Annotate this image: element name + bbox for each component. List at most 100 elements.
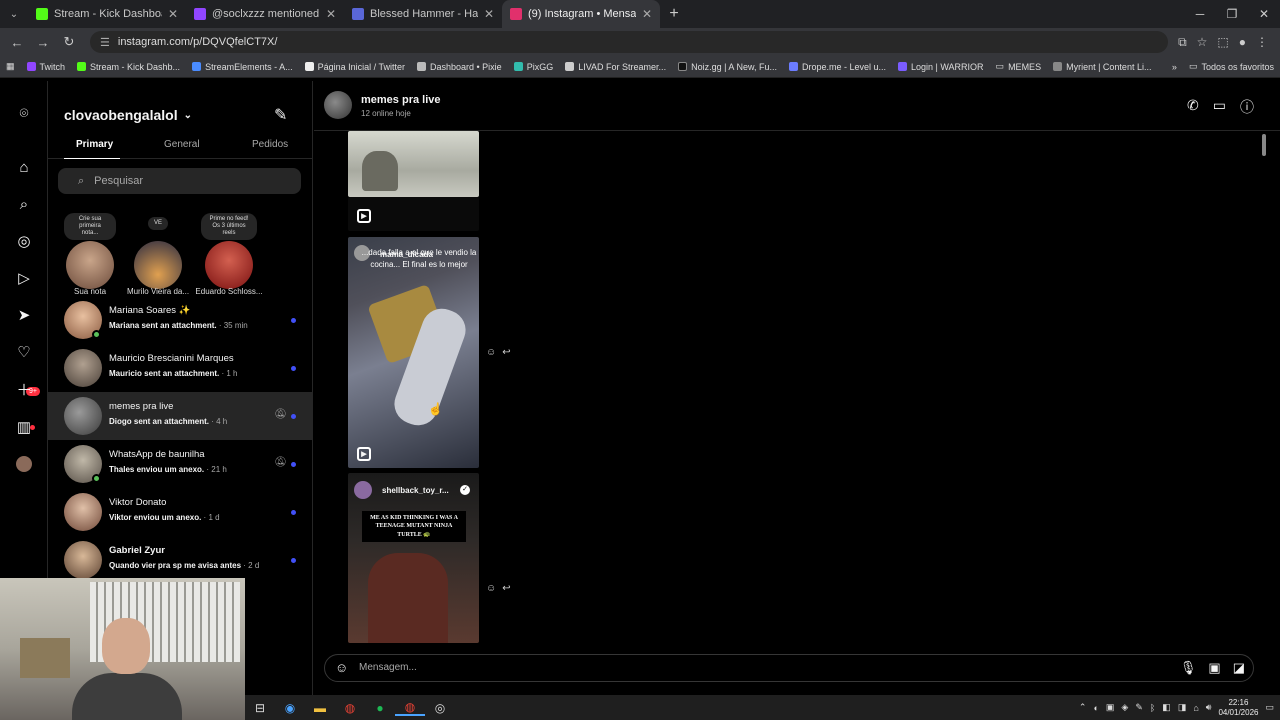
obs-icon[interactable]: ◎ <box>425 701 455 715</box>
reel-message[interactable]: shellback_toy_r... ✓ ME AS KID THINKING … <box>348 473 479 643</box>
file-explorer-icon[interactable]: ▬ <box>305 701 335 715</box>
tray-overflow-icon[interactable]: ⌃ <box>1079 702 1087 713</box>
bookmark[interactable]: Login | WARRIOR <box>898 62 984 72</box>
install-icon[interactable]: ⧉ <box>1178 35 1187 50</box>
video-call-icon[interactable]: ▭ <box>1213 97 1226 117</box>
conversation-item[interactable]: Gabriel Zyur Quando vier pra sp me avisa… <box>48 536 312 584</box>
bookmark[interactable]: Noiz.gg | A New, Fu... <box>678 62 777 72</box>
emoji-picker-icon[interactable]: ☺ <box>335 660 348 675</box>
notifications-heart-icon[interactable]: ♡ <box>14 342 34 362</box>
conversation-item[interactable]: WhatsApp de baunilha Thales enviou um an… <box>48 440 312 488</box>
info-icon[interactable]: ⓘ <box>1240 97 1254 117</box>
tray-app-icon[interactable]: ◨ <box>1178 702 1187 713</box>
browser-tab-active[interactable]: (9) Instagram • Mensagens ✕ <box>502 0 660 28</box>
task-view-icon[interactable]: ⊟ <box>245 701 275 715</box>
bookmark[interactable]: PixGG <box>513 62 553 72</box>
bookmark[interactable]: Myrient | Content Li... <box>1053 62 1151 72</box>
new-tab-button[interactable]: + <box>660 5 688 23</box>
conversation-item[interactable]: Mauricio Brescianini Marques Mauricio se… <box>48 344 312 392</box>
bookmark[interactable]: Stream - Kick Dashb... <box>77 62 180 72</box>
close-tab-icon[interactable]: ✕ <box>326 7 336 21</box>
notification-center-icon[interactable]: ▭ <box>1265 702 1274 713</box>
bookmark[interactable]: Dashboard • Pixie <box>416 62 502 72</box>
online-indicator <box>92 474 101 483</box>
bookmark-star-icon[interactable]: ☆ <box>1197 35 1208 50</box>
reply-icon[interactable]: ↩ <box>502 583 510 594</box>
note[interactable]: VE Murilo Vieira da... <box>118 213 198 296</box>
emoji-react-icon[interactable]: ☺ <box>486 347 496 358</box>
menu-icon[interactable]: ⋮ <box>1256 35 1268 50</box>
bookmark-folder[interactable]: ▭ MEMES <box>996 61 1042 72</box>
conversation-item[interactable]: Viktor Donato Viktor enviou um anexo. · … <box>48 488 312 536</box>
bookmark[interactable]: LIVAD For Streamer... <box>565 62 666 72</box>
new-message-icon[interactable]: ✎ <box>274 105 287 125</box>
all-bookmarks-folder[interactable]: ▭ Todos os favoritos <box>1189 61 1274 72</box>
bookmark[interactable]: Página Inicial / Twitter <box>304 62 405 72</box>
sticker-icon[interactable]: ◪ <box>1233 660 1245 676</box>
tray-app-icon[interactable]: ▣ <box>1106 702 1115 713</box>
tray-app-icon[interactable]: ◈ <box>1121 702 1128 713</box>
tab-primary[interactable]: Primary <box>76 139 113 150</box>
chrome-active-icon[interactable]: ◍ <box>395 700 425 716</box>
reply-icon[interactable]: ↩ <box>502 347 510 358</box>
profile-icon[interactable]: ● <box>1239 35 1246 50</box>
conversation-item-selected[interactable]: memes pra live Diogo sent an attachment.… <box>48 392 312 440</box>
close-tab-icon[interactable]: ✕ <box>642 7 652 21</box>
note[interactable]: Prime no feed! Os 3 últimos reels Eduard… <box>189 213 269 296</box>
conversation-item[interactable]: Mariana Soares ✨ Mariana sent an attachm… <box>48 296 312 344</box>
message-composer[interactable]: ☺ Mensagem... 🎙︎ ▣ ◪ <box>324 654 1254 682</box>
search-icon[interactable]: ⌕ <box>14 194 34 214</box>
back-icon[interactable]: ← <box>6 35 28 50</box>
more-bookmarks-icon[interactable]: » <box>1172 62 1177 72</box>
site-info-icon[interactable]: ☰ <box>100 36 110 49</box>
volume-icon[interactable]: 🔊︎ <box>1206 702 1212 713</box>
chrome-icon[interactable]: ◍ <box>335 701 365 715</box>
group-avatar[interactable] <box>324 91 352 119</box>
scrollbar-thumb[interactable] <box>1262 134 1266 156</box>
microphone-icon[interactable]: 🎙︎ <box>1180 660 1197 676</box>
restore-icon[interactable]: ❐ <box>1216 7 1248 21</box>
create-plus-icon[interactable]: ＋ <box>14 379 34 399</box>
phone-call-icon[interactable]: ✆ <box>1187 97 1199 117</box>
reel-message[interactable]: mama_dicada ...dada falla a el que le ve… <box>348 237 479 468</box>
minimize-icon[interactable]: ─ <box>1184 7 1216 21</box>
copilot-icon[interactable]: ◉ <box>275 701 305 715</box>
reload-icon[interactable]: ↻ <box>58 34 80 50</box>
close-tab-icon[interactable]: ✕ <box>484 7 494 21</box>
close-tab-icon[interactable]: ✕ <box>168 7 178 21</box>
messages-icon[interactable]: ➤ <box>14 305 34 325</box>
tray-app-icon[interactable]: ◧ <box>1162 702 1171 713</box>
dashboard-icon[interactable]: ▥ <box>14 417 34 437</box>
close-window-icon[interactable]: ✕ <box>1248 7 1280 21</box>
forward-icon[interactable]: → <box>32 35 54 50</box>
chat-title[interactable]: memes pra live <box>361 94 441 106</box>
account-switcher[interactable]: clovaobengalalol ⌄ <box>64 107 192 123</box>
spotify-icon[interactable]: ● <box>365 701 395 715</box>
pen-icon[interactable]: ✎ <box>1135 702 1143 713</box>
extensions-icon[interactable]: ⬚ <box>1217 35 1228 50</box>
steam-icon[interactable]: ◐ <box>1093 703 1098 713</box>
reel-thumbnail[interactable] <box>348 131 479 197</box>
profile-avatar[interactable] <box>14 454 34 474</box>
image-upload-icon[interactable]: ▣ <box>1208 660 1220 676</box>
bookmark[interactable]: Twitch <box>26 62 65 72</box>
tab-general[interactable]: General <box>164 139 200 150</box>
url-field[interactable]: ☰ instagram.com/p/DQVQfelCT7X/ <box>90 31 1169 53</box>
apps-icon[interactable]: ▦ <box>6 61 15 72</box>
browser-tab[interactable]: @soclxzzz mentioned you ✕ <box>186 0 344 28</box>
reels-icon[interactable]: ▷ <box>14 268 34 288</box>
tab-search-icon[interactable]: ⌄ <box>0 0 28 28</box>
bookmark[interactable]: StreamElements - A... <box>192 62 293 72</box>
bluetooth-icon[interactable]: ᛒ <box>1150 703 1155 713</box>
network-icon[interactable]: ⌂ <box>1193 703 1198 713</box>
browser-tab[interactable]: Blessed Hammer - Hammerkur ✕ <box>344 0 502 28</box>
tab-requests[interactable]: Pedidos <box>252 139 288 150</box>
emoji-react-icon[interactable]: ☺ <box>486 583 496 594</box>
clock[interactable]: 22:16 04/01/2026 <box>1218 698 1258 717</box>
search-input[interactable]: ⌕ Pesquisar <box>58 168 301 194</box>
home-icon[interactable]: ⌂ <box>14 157 34 177</box>
instagram-logo-icon[interactable]: ⌾ <box>14 103 34 123</box>
browser-tab[interactable]: Stream - Kick Dashboard ✕ <box>28 0 186 28</box>
explore-icon[interactable]: ◎ <box>14 231 34 251</box>
bookmark[interactable]: Drope.me - Level u... <box>788 62 886 72</box>
